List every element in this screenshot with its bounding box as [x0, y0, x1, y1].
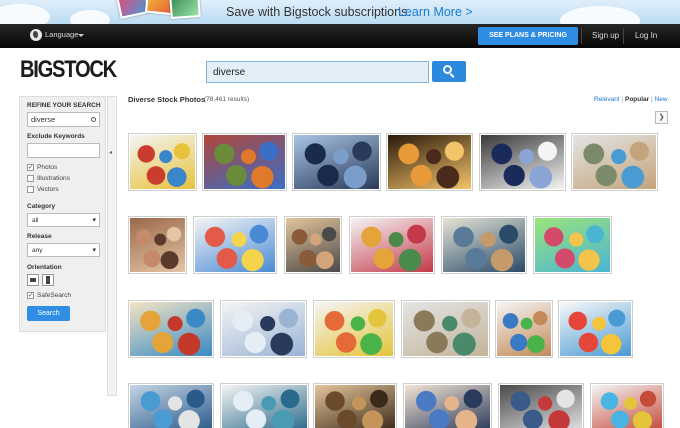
stock-photo-thumbnail-office-desk-top[interactable]	[401, 300, 490, 358]
thumbnail-image	[405, 385, 490, 428]
release-title: Release	[27, 233, 52, 240]
orientation-title: Orientation	[27, 264, 62, 271]
next-page-button[interactable]: ❯	[655, 111, 668, 124]
illustrations-checkbox[interactable]	[27, 175, 34, 182]
stock-photo-thumbnail-silhouette-jumping[interactable]	[292, 133, 381, 191]
globe-icon[interactable]	[30, 29, 42, 41]
promo-banner: Save with Bigstock subscriptions. Learn …	[0, 0, 680, 24]
thumbnail-image	[573, 135, 656, 189]
login-link[interactable]: Log In	[635, 31, 657, 40]
thumbnail-image	[481, 135, 564, 189]
thumbnail-image	[204, 135, 285, 189]
banner-text: Save with Bigstock subscriptions.	[226, 5, 411, 19]
sort-divider: |	[621, 96, 624, 103]
thumbnail-image	[130, 302, 212, 356]
stock-photo-thumbnail-business-table[interactable]	[441, 216, 527, 274]
safesearch-label: SafeSearch	[37, 292, 71, 299]
chevron-down-icon[interactable]	[78, 34, 84, 37]
sort-divider: |	[651, 96, 653, 103]
thumbnail-image	[294, 135, 379, 189]
thumbnail-image	[315, 385, 395, 428]
collapse-arrow-icon: ◂	[109, 150, 113, 156]
stock-photo-thumbnail-kids-group[interactable]	[193, 216, 277, 274]
sort-new-link[interactable]: New	[655, 96, 668, 103]
photos-label: Photos	[37, 164, 58, 171]
top-navigation-bar: Language SEE PLANS & PRICING Sign up Log…	[0, 24, 680, 48]
stock-photo-thumbnail-social-media-icons[interactable]	[202, 133, 287, 191]
stock-photo-thumbnail-crowd-group-photo[interactable]	[128, 133, 197, 191]
portrait-orientation-button[interactable]	[42, 274, 54, 286]
exclude-keywords-input[interactable]	[27, 143, 100, 158]
thumbnail-image	[535, 218, 610, 272]
illustrations-label: Illustrations	[37, 175, 70, 182]
stock-photo-thumbnail-library-students[interactable]	[313, 383, 397, 428]
safesearch-checkbox[interactable]: ✓	[27, 292, 34, 299]
bigstock-logo[interactable]: BIGSTOCK	[20, 56, 117, 84]
see-plans-button[interactable]: SEE PLANS & PRICING	[478, 27, 578, 45]
stock-photo-thumbnail-sunset-celebration[interactable]	[386, 133, 473, 191]
thumbnail-image	[388, 135, 471, 189]
thumbnail-image	[315, 302, 393, 356]
thumbnail-image	[195, 218, 275, 272]
refine-title: REFINE YOUR SEARCH	[27, 102, 101, 109]
results-title: Diverse Stock Photos	[128, 95, 206, 104]
category-title: Category	[27, 203, 56, 210]
thumbnail-image	[222, 302, 305, 356]
stock-photo-thumbnail-give-letters[interactable]	[558, 300, 633, 358]
landscape-orientation-button[interactable]	[27, 274, 39, 286]
search-button[interactable]	[432, 61, 466, 82]
stock-photo-thumbnail-team-hands-desk[interactable]	[571, 133, 658, 191]
sidebar-search-button[interactable]: Search	[27, 306, 70, 321]
category-select[interactable]: all	[27, 213, 100, 227]
stock-photo-thumbnail-face-grid[interactable]	[284, 216, 342, 274]
stock-photo-thumbnail-kids-portrait[interactable]	[313, 300, 395, 358]
vectors-checkbox[interactable]	[27, 186, 34, 193]
thumbnail-image	[500, 385, 582, 428]
stock-photo-thumbnail-hands-globe[interactable]	[495, 300, 553, 358]
stock-photo-thumbnail-happy-group[interactable]	[128, 300, 214, 358]
search-icon[interactable]	[91, 117, 96, 122]
stock-photo-thumbnail-people-silhouettes[interactable]	[498, 383, 584, 428]
stock-photo-thumbnail-graduates[interactable]	[479, 133, 566, 191]
stock-photo-thumbnail-face-collage[interactable]	[128, 216, 187, 274]
exclude-title: Exclude Keywords	[27, 133, 85, 140]
stock-photo-thumbnail-children-crowd[interactable]	[533, 216, 612, 274]
stock-photo-thumbnail-students-smiling[interactable]	[403, 383, 492, 428]
sort-popular-link[interactable]: Popular	[625, 96, 649, 103]
divider	[581, 28, 582, 44]
divider	[623, 28, 624, 44]
thumbnail-image	[222, 385, 307, 428]
thumbnail-image	[443, 218, 525, 272]
thumbnail-image	[497, 302, 551, 356]
stock-photo-thumbnail-children-sitting[interactable]	[349, 216, 435, 274]
thumbnail-image	[403, 302, 488, 356]
thumbnail-image	[130, 218, 185, 272]
thumbnail-image	[351, 218, 433, 272]
release-select[interactable]: any	[27, 243, 100, 257]
learn-more-link[interactable]: Learn More >	[398, 5, 473, 19]
sidebar-collapse-toggle[interactable]: ◂	[107, 96, 117, 396]
thumbnail-image	[286, 218, 340, 272]
stock-photo-thumbnail-medical-staff[interactable]	[220, 383, 309, 428]
results-count: (78,461 results)	[204, 96, 250, 103]
photos-checkbox[interactable]: ✓	[27, 164, 34, 171]
stock-photo-thumbnail-friends-circle[interactable]	[590, 383, 664, 428]
thumbnail-image	[560, 302, 631, 356]
banner-photo-3	[169, 0, 201, 20]
refine-input-value: diverse	[31, 115, 56, 124]
thumbnail-image	[130, 385, 212, 428]
sort-relevant-link[interactable]: Relevant	[594, 96, 620, 103]
thumbnail-image	[592, 385, 662, 428]
stock-photo-thumbnail-business-handshake[interactable]	[220, 300, 307, 358]
stock-photo-thumbnail-speech-bubbles[interactable]	[128, 383, 214, 428]
signup-link[interactable]: Sign up	[592, 31, 619, 40]
language-selector[interactable]: Language	[45, 30, 78, 39]
refine-input[interactable]: diverse	[27, 112, 100, 127]
sort-options: Relevant | Popular | New	[594, 96, 668, 103]
vectors-label: Vectors	[37, 186, 59, 193]
search-input[interactable]	[206, 61, 429, 83]
thumbnail-image	[130, 135, 195, 189]
